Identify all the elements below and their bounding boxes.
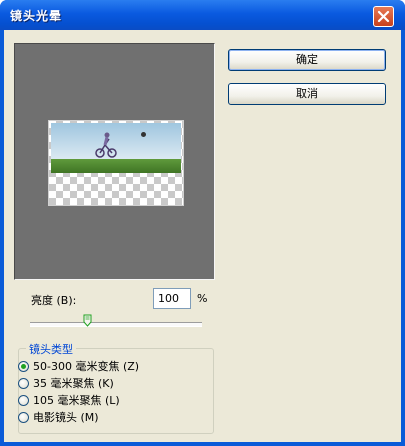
preview-grass	[51, 159, 181, 173]
lens-option-105mm-prime[interactable]: 105 毫米聚焦 (L)	[18, 392, 120, 407]
lens-option-35mm-prime[interactable]: 35 毫米聚焦 (K)	[18, 375, 114, 390]
radio-button[interactable]	[18, 377, 29, 389]
title-bar[interactable]: 镜头光晕	[0, 0, 405, 30]
preview-area[interactable]	[14, 43, 215, 280]
brightness-slider-track[interactable]	[30, 322, 202, 327]
dialog-title: 镜头光晕	[10, 9, 63, 23]
radio-button[interactable]	[18, 411, 29, 423]
brightness-label: 亮度 (B):	[31, 294, 77, 307]
cancel-button[interactable]: 取消	[228, 83, 386, 105]
lens-type-legend: 镜头类型	[26, 341, 76, 357]
lens-option-movie-prime[interactable]: 电影镜头 (M)	[18, 409, 99, 424]
lens-option-label: 35 毫米聚焦 (K)	[33, 377, 114, 390]
lens-option-label: 电影镜头 (M)	[33, 411, 99, 424]
lens-option-50-300mm-zoom[interactable]: 50-300 毫米变焦 (Z)	[18, 358, 140, 373]
flare-center-marker[interactable]	[141, 132, 146, 137]
brightness-slider-thumb[interactable]	[83, 314, 92, 327]
dialog-body: 确定 取消 亮度 (B): % 镜头类型 50-300 毫米变焦 (Z) 35 …	[4, 30, 401, 442]
close-icon	[377, 10, 390, 23]
radio-button[interactable]	[18, 360, 29, 372]
lens-flare-dialog: 镜头光晕 确定 取消 亮度 (B): 100 % 镜头类型 50-300 毫米变…	[0, 0, 405, 446]
brightness-unit: %	[197, 292, 208, 305]
ok-button[interactable]: 确定	[228, 49, 386, 71]
radio-button[interactable]	[18, 394, 29, 406]
lens-option-label: 50-300 毫米变焦 (Z)	[33, 360, 140, 373]
brightness-input[interactable]	[153, 288, 191, 309]
close-button[interactable]	[373, 6, 394, 27]
preview-image[interactable]	[48, 120, 184, 206]
cyclist-figure	[95, 132, 117, 158]
lens-option-label: 105 毫米聚焦 (L)	[33, 394, 120, 407]
